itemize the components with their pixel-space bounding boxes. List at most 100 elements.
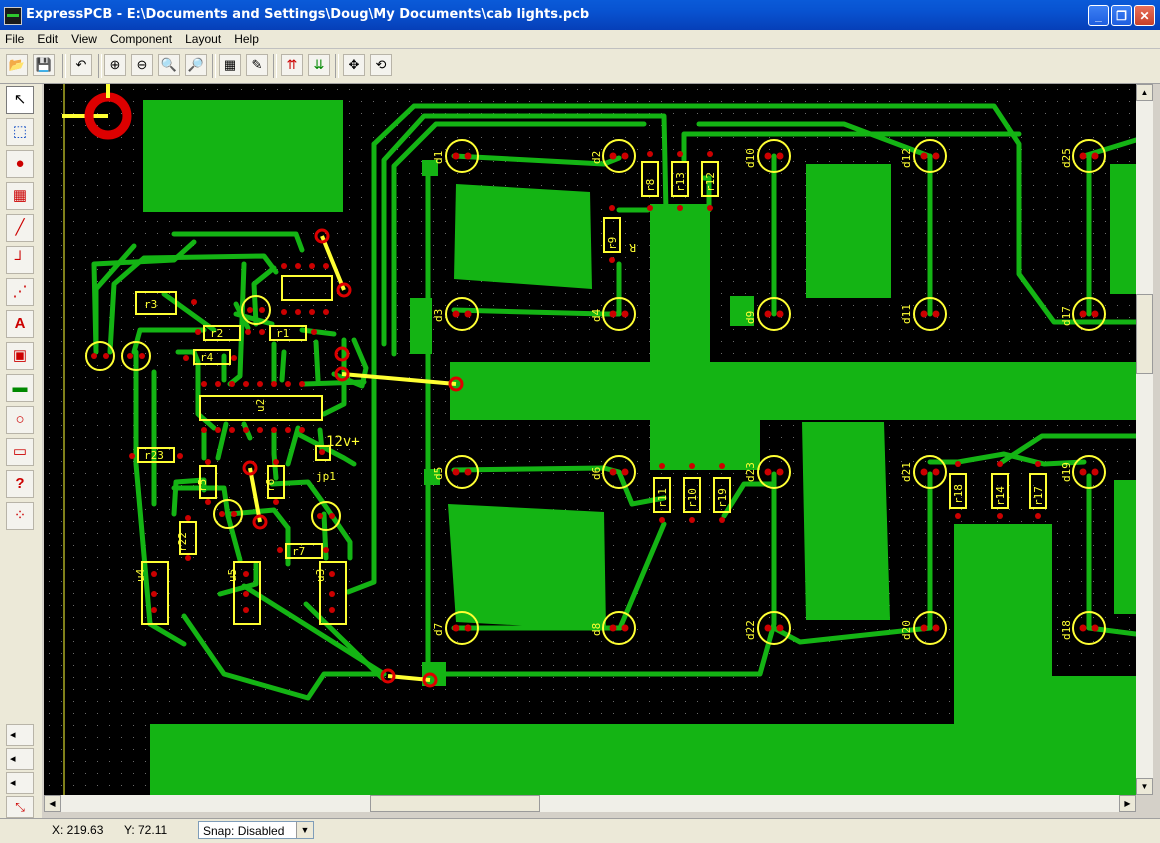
pad (243, 607, 249, 613)
maximize-button[interactable]: ❐ (1111, 5, 1132, 26)
pad (183, 355, 189, 361)
top-layer-icon[interactable]: ⇈ (281, 54, 303, 76)
open-icon[interactable]: 📂 (6, 54, 28, 76)
layer-b-icon[interactable]: ◂ (6, 748, 34, 770)
zoom-window-icon[interactable]: 🔍 (158, 54, 180, 76)
led-pad (1079, 624, 1087, 632)
silk-label: d21 (900, 462, 913, 482)
pad (259, 307, 265, 313)
corner-tool-icon[interactable]: ┘ (6, 246, 34, 274)
menu-component[interactable]: Component (105, 30, 177, 46)
app-icon (4, 7, 22, 25)
net-tool-icon[interactable]: ⁘ (6, 502, 34, 530)
pad (273, 459, 279, 465)
circle-tool-icon[interactable]: ○ (6, 406, 34, 434)
pad (609, 205, 615, 211)
led-pad (932, 624, 940, 632)
led-pad (464, 624, 472, 632)
select-tool-icon[interactable]: ↖ (6, 86, 34, 114)
text-tool-icon[interactable]: A (6, 310, 34, 338)
connect-tool-icon[interactable]: ⋰ (6, 278, 34, 306)
pad (719, 463, 725, 469)
rename-icon[interactable]: ✎ (246, 54, 268, 76)
fill-tool-icon[interactable]: ▬ (6, 374, 34, 402)
query-tool-icon[interactable]: ? (6, 470, 34, 498)
silk-label: r8 (644, 179, 657, 192)
zoom-fit-icon[interactable]: 🔎 (185, 54, 207, 76)
silk-label: r5 (196, 479, 209, 492)
pad (243, 381, 249, 387)
copper-pour (150, 724, 1136, 795)
silk-label: d7 (432, 623, 445, 636)
pad (185, 515, 191, 521)
minimize-button[interactable]: _ (1088, 5, 1109, 26)
pad (329, 591, 335, 597)
silk-label: jp1 (316, 470, 336, 483)
horizontal-scroll-thumb[interactable] (370, 795, 540, 812)
pad (689, 463, 695, 469)
zoom-in-icon[interactable]: ⊕ (104, 54, 126, 76)
pad-tool-icon[interactable]: ● (6, 150, 34, 178)
led-pad (776, 468, 784, 476)
zoom-out-icon[interactable]: ⊖ (131, 54, 153, 76)
pad (139, 353, 145, 359)
led-pad (452, 152, 460, 160)
pad (719, 517, 725, 523)
layer-c-icon[interactable]: ◂ (6, 772, 34, 794)
led-pad (932, 310, 940, 318)
copy-tool-icon[interactable]: ▣ (6, 342, 34, 370)
snap-dropdown[interactable]: Snap: Disabled ▼ (198, 821, 314, 839)
rotate-icon[interactable]: ⟲ (370, 54, 392, 76)
led-pad (1091, 624, 1099, 632)
scroll-up-button[interactable]: ▲ (1136, 84, 1153, 101)
component-tool-icon[interactable]: ▦ (6, 182, 34, 210)
y-coordinate: Y: 72.11 (124, 823, 168, 837)
menu-file[interactable]: File (0, 30, 29, 46)
zoom-select-tool-icon[interactable]: ⬚ (6, 118, 34, 146)
bottom-layer-icon[interactable]: ⇊ (308, 54, 330, 76)
silk-label: r1 (276, 327, 289, 340)
scroll-left-button[interactable]: ◀ (44, 795, 61, 812)
properties-icon[interactable]: ▦ (219, 54, 241, 76)
menu-edit[interactable]: Edit (32, 30, 63, 46)
close-button[interactable]: ✕ (1134, 5, 1155, 26)
led-pad (920, 468, 928, 476)
vertical-scroll-thumb[interactable] (1136, 294, 1153, 374)
silk-label: d3 (432, 309, 445, 322)
trace-tool-icon[interactable]: ╱ (6, 214, 34, 242)
pad (177, 453, 183, 459)
scroll-down-button[interactable]: ▼ (1136, 778, 1153, 795)
pad (281, 309, 287, 315)
ratsnest-icon[interactable]: ⤡ (6, 796, 34, 818)
title-bar: ExpressPCB - E:\Documents and Settings\D… (0, 0, 1160, 30)
pad (319, 449, 325, 455)
pad (323, 547, 329, 553)
pad (229, 381, 235, 387)
pcb-board[interactable]: d1 d2 d3 d4 d5 d6 d7 d8 d10 d11 d12 d17 d18 d19 d20 d21… (44, 84, 1136, 795)
move-icon[interactable]: ✥ (343, 54, 365, 76)
undo-icon[interactable]: ↶ (70, 54, 92, 76)
led-pad (621, 624, 629, 632)
led-pad (1091, 310, 1099, 318)
copper-pour (450, 362, 1136, 420)
scroll-right-button[interactable]: ▶ (1119, 795, 1136, 812)
vertical-scrollbar[interactable]: ▲ ▼ (1136, 84, 1153, 795)
silk-label: r14 (994, 486, 1007, 506)
rect-tool-icon[interactable]: ▭ (6, 438, 34, 466)
copper-trace (313, 339, 321, 383)
pcb-canvas[interactable]: d1 d2 d3 d4 d5 d6 d7 d8 d10 d11 d12 d17 d18 d19 d20 d21… (44, 84, 1136, 795)
silk-label: d12 (900, 148, 913, 168)
chevron-down-icon[interactable]: ▼ (296, 822, 313, 838)
toolbar-separator (335, 54, 339, 78)
pad (151, 607, 157, 613)
menu-layout[interactable]: Layout (180, 30, 226, 46)
layer-a-icon[interactable]: ◂ (6, 724, 34, 746)
save-icon[interactable]: 💾 (33, 54, 55, 76)
menu-view[interactable]: View (66, 30, 102, 46)
x-coordinate: X: 219.63 (52, 823, 104, 837)
led-pad (776, 152, 784, 160)
horizontal-scrollbar[interactable]: ◀ ▶ (44, 795, 1136, 812)
pad (329, 571, 335, 577)
pad (257, 381, 263, 387)
menu-help[interactable]: Help (229, 30, 264, 46)
